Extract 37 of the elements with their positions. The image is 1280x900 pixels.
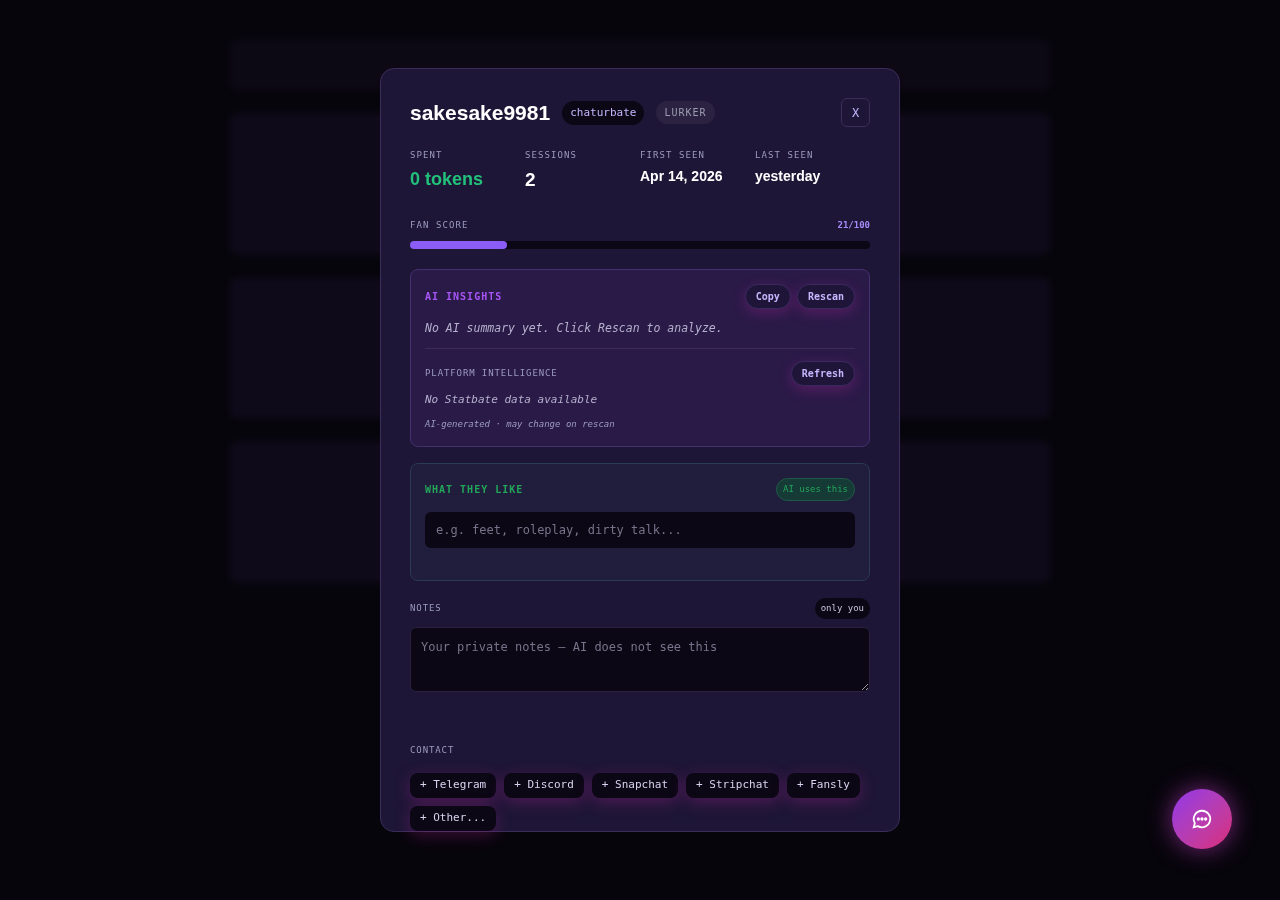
contact-button[interactable]: + Discord <box>504 773 584 798</box>
contact-button[interactable]: + Stripchat <box>686 773 779 798</box>
chat-button[interactable] <box>1172 789 1232 849</box>
stat-value: 2 <box>525 168 537 192</box>
stat-label: LAST SEEN <box>755 148 815 162</box>
likes-title: WHAT THEY LIKE <box>425 483 524 498</box>
ai-uses-badge: AI uses this <box>775 477 855 502</box>
stat-value: Apr 14, 2026 <box>640 167 724 186</box>
insight-button[interactable]: Rescan <box>796 283 855 309</box>
insight-button[interactable]: Copy <box>744 283 791 309</box>
platform-intelligence-title: PLATFORM INTELLIGENCE <box>425 366 558 380</box>
contact-button[interactable]: + Snapchat <box>591 773 679 798</box>
notes-field[interactable]: Your private notes — AI does not see this <box>410 627 870 692</box>
ai-insights-title: AI INSIGHTS <box>425 289 503 304</box>
refresh-button[interactable]: Refresh <box>790 360 855 386</box>
platform-intelligence-text: No Statbate data available <box>425 391 599 408</box>
ai-footnote: AI-generated · may change on rescan <box>425 418 616 432</box>
likes-input[interactable]: e.g. feet, roleplay, dirty talk... <box>425 512 855 549</box>
close-button[interactable]: X <box>841 98 870 128</box>
stat-label: FIRST SEEN <box>640 148 706 162</box>
username: sakesake9981 <box>410 100 551 126</box>
stat-value: yesterday <box>755 167 822 186</box>
stat-value: 0 tokens <box>410 168 485 191</box>
ai-summary: No AI summary yet. Click Rescan to analyze. <box>425 319 724 337</box>
only-you-badge: only you <box>814 597 870 620</box>
chat-icon <box>1191 808 1213 830</box>
contact-button[interactable]: + Fansly <box>786 773 860 798</box>
contact-button[interactable]: + Telegram <box>410 773 497 798</box>
tier-tag: LURKER <box>656 101 715 125</box>
fan-score-reading: 21/100 <box>837 218 870 232</box>
fan-score-label: FAN SCORE <box>410 218 469 232</box>
platform-tag: chaturbate <box>562 100 645 125</box>
stat-label: SESSIONS <box>525 148 578 162</box>
notes-title: NOTES <box>410 601 442 615</box>
stat-label: SPENT <box>410 148 444 162</box>
contact-button[interactable]: + Other... <box>410 806 497 831</box>
contact-title: CONTACT <box>410 743 456 757</box>
